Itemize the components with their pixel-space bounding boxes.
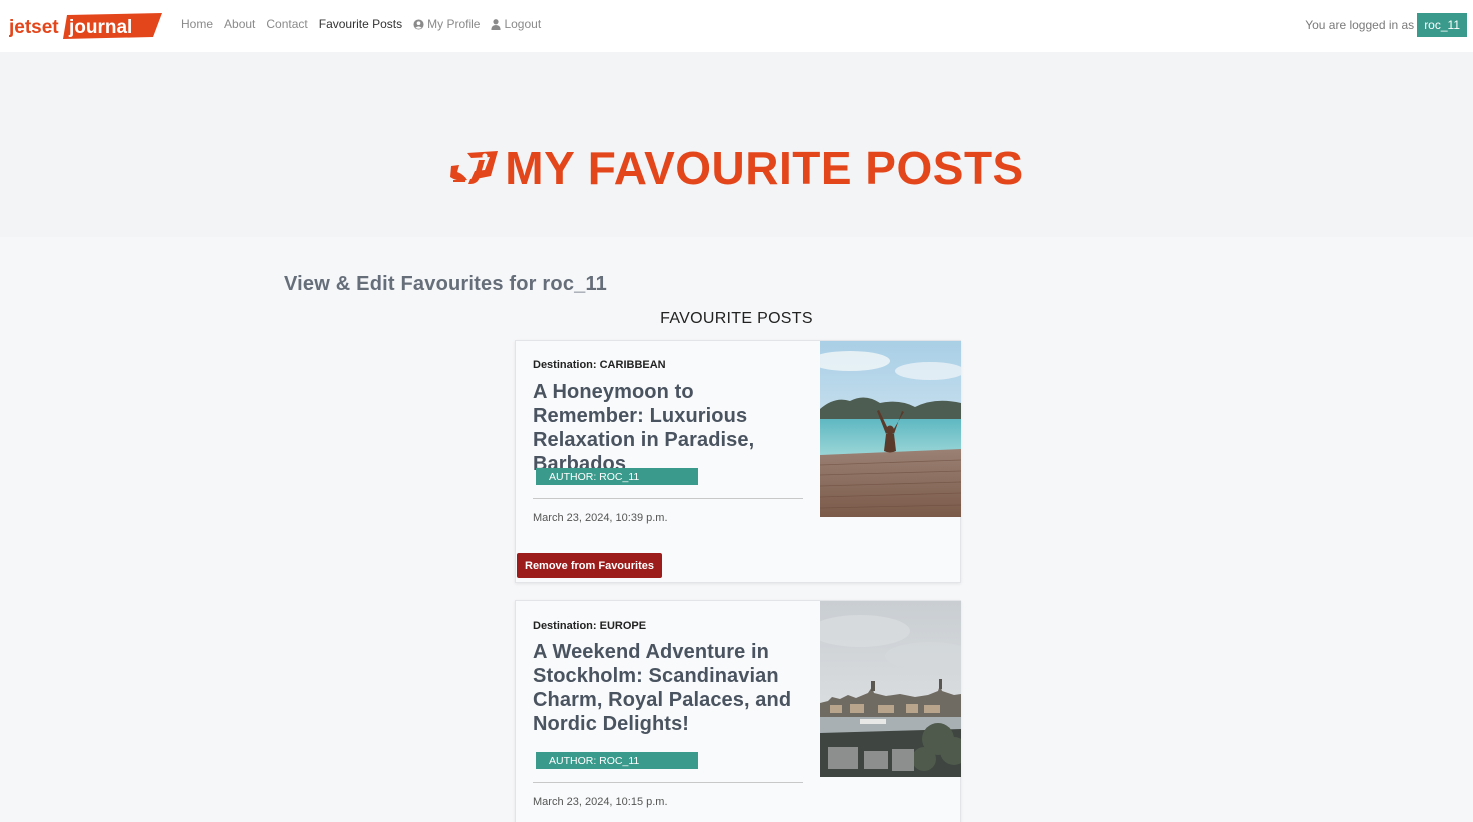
beach-pier-image[interactable] [820,341,961,517]
nav-about-link[interactable]: About [224,17,255,31]
logout-label: Logout [504,17,542,31]
post-destination: Destination: CARIBBEAN [533,359,666,371]
username-badge[interactable]: roc_11 [1417,13,1467,37]
hero-heading: MY FAVOURITE POSTS [505,142,1024,194]
user-icon [491,18,502,30]
post-title[interactable]: A Weekend Adventure in Stockholm: Scandi… [533,640,803,736]
post-date: March 23, 2024, 10:39 p.m. [533,512,668,524]
my-profile-label: My Profile [427,17,481,31]
card-divider [533,498,803,499]
nav-links: Home About Contact Favourite Posts My Pr… [181,17,552,31]
nav-my-profile-link[interactable]: My Profile [413,17,480,31]
author-badge: AUTHOR: ROC_11 [536,468,698,485]
nav-contact-link[interactable]: Contact [266,17,307,31]
post-destination: Destination: EUROPE [533,620,647,632]
hero-banner: MY FAVOURITE POSTS [0,52,1473,237]
nav-logout-link[interactable]: Logout [491,17,541,31]
card-divider [533,782,803,783]
favourites-subheading: View & Edit Favourites for roc_11 [284,273,608,295]
jetset-journal-brand-icon [450,151,499,184]
post-card: Destination: CARIBBEAN A Honeymoon to Re… [515,340,961,583]
logged-in-text: You are logged in as [1305,18,1415,32]
post-date: March 23, 2024, 10:15 p.m. [533,796,668,808]
favourite-posts-heading: FAVOURITE POSTS [660,310,813,327]
post-card: Destination: EUROPE A Weekend Adventure … [515,600,961,822]
user-circle-icon [413,18,424,30]
post-title[interactable]: A Honeymoon to Remember: Luxurious Relax… [533,380,803,476]
remove-from-favourites-button[interactable]: Remove from Favourites [517,553,662,578]
svg-text:jetset: jetset [9,17,59,38]
hero-title: MY FAVOURITE POSTS [0,145,1473,191]
svg-text:journal: journal [68,17,132,38]
nav-favourite-posts-link[interactable]: Favourite Posts [319,17,402,31]
author-badge: AUTHOR: ROC_11 [536,752,698,769]
navbar: jetset journal Home About Contact Favour… [0,0,1473,52]
jetset-journal-logo[interactable]: jetset journal [9,11,163,41]
nav-home-link[interactable]: Home [181,17,213,31]
stockholm-city-image[interactable] [820,601,961,777]
logged-in-status: You are logged in as roc_11 [1305,13,1467,37]
